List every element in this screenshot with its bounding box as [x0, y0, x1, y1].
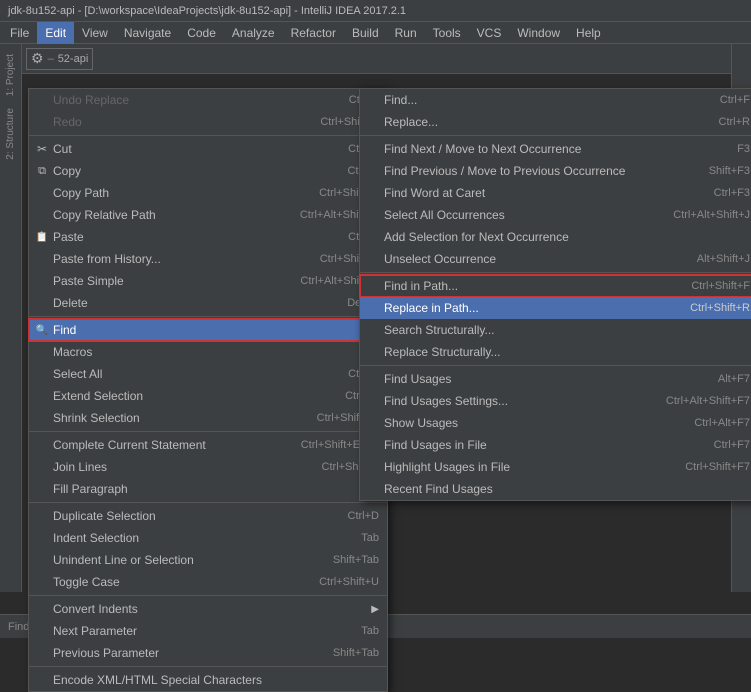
find-submenu-recent-find-usages[interactable]: Recent Find Usages [360, 478, 751, 500]
menu-item-join-lines[interactable]: Join Lines Ctrl+Shift+J [29, 456, 387, 478]
find-submenu-find-prev[interactable]: Find Previous / Move to Previous Occurre… [360, 160, 751, 182]
find-submenu-select-all[interactable]: Select All Occurrences Ctrl+Alt+Shift+J [360, 204, 751, 226]
find-submenu: Find... Ctrl+F Replace... Ctrl+R Find Ne… [359, 88, 751, 501]
menu-item-select-all[interactable]: Select All Ctrl+A [29, 363, 387, 385]
menu-item-paste-history[interactable]: Paste from History... Ctrl+Shift+V [29, 248, 387, 270]
find-submenu-find-in-path[interactable]: Find in Path... Ctrl+Shift+F [360, 275, 751, 297]
breadcrumb-area: ⚙ – 52-api [26, 48, 93, 70]
sidebar-left: 1: Project 2: Structure [0, 44, 22, 592]
menu-run[interactable]: Run [387, 22, 425, 44]
menu-window[interactable]: Window [509, 22, 568, 44]
menu-item-complete-statement[interactable]: Complete Current Statement Ctrl+Shift+En… [29, 434, 387, 456]
find-submenu-replace-in-path[interactable]: Replace in Path... Ctrl+Shift+R [360, 297, 751, 319]
menu-item-find[interactable]: Find ▶ [29, 319, 387, 341]
redo-icon [33, 113, 51, 131]
menu-item-cut[interactable]: Cut Ctrl+X [29, 138, 387, 160]
menu-item-copy[interactable]: Copy Ctrl+C [29, 160, 387, 182]
menu-item-paste[interactable]: Paste Ctrl+V [29, 226, 387, 248]
menu-item-macros[interactable]: Macros ▶ [29, 341, 387, 363]
menu-item-copy-relative-path[interactable]: Copy Relative Path Ctrl+Alt+Shift+C [29, 204, 387, 226]
menu-item-shrink-selection[interactable]: Shrink Selection Ctrl+Shift+W [29, 407, 387, 429]
menu-edit[interactable]: Edit [37, 22, 74, 44]
find-submenu-highlight-usages[interactable]: Highlight Usages in File Ctrl+Shift+F7 [360, 456, 751, 478]
copy-relative-path-icon [33, 206, 51, 224]
menu-refactor[interactable]: Refactor [283, 22, 344, 44]
separator-4 [29, 502, 387, 503]
find-submenu-replace-structurally[interactable]: Replace Structurally... [360, 341, 751, 363]
find-submenu-search-structurally[interactable]: Search Structurally... [360, 319, 751, 341]
cut-icon [33, 140, 51, 158]
macros-icon [33, 343, 51, 361]
separator-5 [29, 595, 387, 596]
menu-item-redo[interactable]: Redo Ctrl+Shift+Z [29, 111, 387, 133]
menu-item-extend-selection[interactable]: Extend Selection Ctrl+W [29, 385, 387, 407]
title-bar: jdk-8u152-api - [D:\workspace\IdeaProjec… [0, 0, 751, 22]
delete-icon [33, 294, 51, 312]
copy-path-icon [33, 184, 51, 202]
menu-item-undo[interactable]: Undo Replace Ctrl+Z [29, 89, 387, 111]
find-separator-2 [360, 272, 751, 273]
find-icon [33, 321, 51, 339]
undo-icon [33, 91, 51, 109]
separator-6 [29, 666, 387, 667]
find-separator-1 [360, 135, 751, 136]
menu-file[interactable]: File [2, 22, 37, 44]
breadcrumb-text: 52-api [58, 53, 89, 65]
edit-menu: Undo Replace Ctrl+Z Redo Ctrl+Shift+Z Cu… [28, 88, 388, 692]
main-area: 1: Project 2: Structure ⚙ – 52-api Undo … [0, 44, 751, 592]
separator-3 [29, 431, 387, 432]
paste-icon [33, 228, 51, 246]
breadcrumb-separator: – [48, 53, 54, 65]
find-submenu-find-word[interactable]: Find Word at Caret Ctrl+F3 [360, 182, 751, 204]
menu-item-delete[interactable]: Delete Delete [29, 292, 387, 314]
find-submenu-find-usages-settings[interactable]: Find Usages Settings... Ctrl+Alt+Shift+F… [360, 390, 751, 412]
menu-help[interactable]: Help [568, 22, 609, 44]
menu-tools[interactable]: Tools [425, 22, 469, 44]
find-separator-3 [360, 365, 751, 366]
breadcrumb-icon: ⚙ [31, 50, 44, 67]
menu-item-copy-path[interactable]: Copy Path Ctrl+Shift+C [29, 182, 387, 204]
menu-item-prev-param[interactable]: Previous Parameter Shift+Tab [29, 642, 387, 664]
title-text: jdk-8u152-api - [D:\workspace\IdeaProjec… [8, 5, 406, 17]
menu-item-fill-paragraph[interactable]: Fill Paragraph [29, 478, 387, 500]
menu-item-next-param[interactable]: Next Parameter Tab [29, 620, 387, 642]
sidebar-tab-project[interactable]: 1: Project [3, 48, 18, 102]
find-submenu-replace[interactable]: Replace... Ctrl+R [360, 111, 751, 133]
find-submenu-find-next[interactable]: Find Next / Move to Next Occurrence F3 [360, 138, 751, 160]
find-submenu-add-selection[interactable]: Add Selection for Next Occurrence [360, 226, 751, 248]
separator-2 [29, 316, 387, 317]
menu-item-unindent[interactable]: Unindent Line or Selection Shift+Tab [29, 549, 387, 571]
copy-icon [33, 162, 51, 180]
menu-bar: File Edit View Navigate Code Analyze Ref… [0, 22, 751, 44]
menu-item-convert-indents[interactable]: Convert Indents ▶ [29, 598, 387, 620]
toolbar: ⚙ – 52-api [22, 44, 731, 74]
menu-code[interactable]: Code [179, 22, 224, 44]
convert-indents-arrow: ▶ [371, 604, 379, 615]
separator-1 [29, 135, 387, 136]
find-submenu-unselect[interactable]: Unselect Occurrence Alt+Shift+J [360, 248, 751, 270]
menu-vcs[interactable]: VCS [469, 22, 510, 44]
paste-simple-icon [33, 272, 51, 290]
menu-item-paste-simple[interactable]: Paste Simple Ctrl+Alt+Shift+V [29, 270, 387, 292]
menu-item-toggle-case[interactable]: Toggle Case Ctrl+Shift+U [29, 571, 387, 593]
menu-build[interactable]: Build [344, 22, 387, 44]
sidebar-tab-structure[interactable]: 2: Structure [3, 102, 18, 166]
find-submenu-find-usages-file[interactable]: Find Usages in File Ctrl+F7 [360, 434, 751, 456]
find-submenu-show-usages[interactable]: Show Usages Ctrl+Alt+F7 [360, 412, 751, 434]
menu-item-indent[interactable]: Indent Selection Tab [29, 527, 387, 549]
menu-view[interactable]: View [74, 22, 116, 44]
find-submenu-find-usages[interactable]: Find Usages Alt+F7 [360, 368, 751, 390]
find-submenu-find[interactable]: Find... Ctrl+F [360, 89, 751, 111]
paste-history-icon [33, 250, 51, 268]
menu-item-encode-xml[interactable]: Encode XML/HTML Special Characters [29, 669, 387, 691]
menu-item-duplicate[interactable]: Duplicate Selection Ctrl+D [29, 505, 387, 527]
menu-analyze[interactable]: Analyze [224, 22, 283, 44]
menu-navigate[interactable]: Navigate [116, 22, 179, 44]
